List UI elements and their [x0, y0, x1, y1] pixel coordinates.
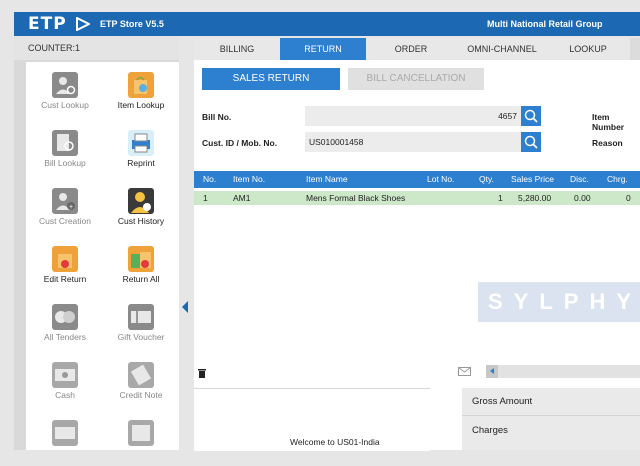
- bill-lookup-button[interactable]: Bill Lookup: [30, 120, 100, 176]
- bag-search-icon: [128, 72, 154, 98]
- col-no: No.: [203, 174, 217, 184]
- col-item-name: Item Name: [306, 174, 348, 184]
- tab-more[interactable]: [630, 38, 640, 60]
- charges-label: Charges: [472, 425, 508, 436]
- search-icon: [524, 109, 538, 123]
- bill-lookup-label: Bill Lookup: [44, 158, 86, 168]
- col-qty: Qty.: [479, 174, 494, 184]
- edit-return-button[interactable]: Edit Return: [30, 236, 100, 292]
- items-grid-header: No. Item No. Item Name Lot No. Qty. Sale…: [194, 171, 640, 188]
- collapse-panel-arrow-icon[interactable]: [182, 301, 188, 313]
- all-tenders-label: All Tenders: [44, 332, 86, 342]
- col-chrg: Chrg.: [607, 174, 628, 184]
- item-lookup-button[interactable]: Item Lookup: [106, 62, 176, 118]
- credit-note-icon: [128, 362, 154, 388]
- item-number-label: Item Number: [592, 112, 625, 132]
- scroll-left-icon[interactable]: [486, 365, 498, 378]
- cust-creation-label: Cust Creation: [39, 216, 91, 226]
- return-all-icon: [128, 246, 154, 272]
- cell-no: 1: [203, 193, 208, 203]
- bill-search-icon: [52, 130, 78, 156]
- reprint-button[interactable]: Reprint: [106, 120, 176, 176]
- gift-voucher-label: Gift Voucher: [117, 332, 165, 342]
- gift-voucher-icon: [128, 304, 154, 330]
- cust-id-input[interactable]: US010001458: [305, 132, 521, 152]
- credit-note-button[interactable]: Credit Note: [106, 352, 176, 408]
- welcome-message: Welcome to US01-India: [290, 437, 380, 447]
- title-bar: ETP ETP Store V5.5 Multi National Retail…: [14, 12, 640, 36]
- card-reader-button[interactable]: [106, 410, 176, 466]
- trash-icon[interactable]: [197, 367, 207, 381]
- add-customer-icon: +: [52, 188, 78, 214]
- main-tab-bar: BILLING RETURN ORDER OMNI-CHANNEL LOOKUP: [194, 38, 640, 60]
- svg-text:+: +: [69, 204, 73, 211]
- printer-icon: [128, 130, 154, 156]
- watermark-banner: SYLPHY: [478, 282, 640, 322]
- cell-chrg: 0: [626, 193, 631, 203]
- cell-item-name: Mens Formal Black Shoes: [306, 193, 406, 203]
- return-content: SALES RETURN BILL CANCELLATION Bill No. …: [194, 60, 640, 451]
- cash-label: Cash: [55, 390, 75, 400]
- col-lot-no: Lot No.: [427, 174, 455, 184]
- welcome-area: Welcome to US01-India: [194, 388, 430, 451]
- bill-no-label: Bill No.: [202, 112, 232, 122]
- gift-voucher-button[interactable]: Gift Voucher: [106, 294, 176, 350]
- table-row[interactable]: 1 AM1 Mens Formal Black Shoes 1 5,280.00…: [194, 191, 640, 205]
- tab-order[interactable]: ORDER: [366, 38, 456, 60]
- totals-panel: Gross Amount Charges: [462, 388, 640, 450]
- cash-button[interactable]: Cash: [30, 352, 100, 408]
- cust-lookup-label: Cust Lookup: [41, 100, 89, 110]
- card-button[interactable]: [30, 410, 100, 466]
- return-all-label: Return All: [122, 274, 160, 284]
- cust-id-label: Cust. ID / Mob. No.: [202, 138, 278, 148]
- cell-sales-price: 5,280.00: [518, 193, 552, 203]
- function-button-grid: Cust Lookup Item Lookup Bill Lookup Repr…: [26, 62, 179, 450]
- tab-omni-channel[interactable]: OMNI-CHANNEL: [456, 38, 548, 60]
- cell-item-no: AM1: [233, 193, 251, 203]
- cust-lookup-button[interactable]: Cust Lookup: [30, 62, 100, 118]
- return-all-button[interactable]: Return All: [106, 236, 176, 292]
- search-icon: [524, 135, 538, 149]
- coins-icon: [52, 304, 78, 330]
- subtab-sales-return[interactable]: SALES RETURN: [202, 68, 340, 90]
- app-logo: ETP: [28, 14, 91, 34]
- customer-history-icon: [128, 188, 154, 214]
- tab-lookup[interactable]: LOOKUP: [548, 38, 628, 60]
- customer-search-icon: [52, 72, 78, 98]
- all-tenders-button[interactable]: All Tenders: [30, 294, 100, 350]
- counter-label: COUNTER:1: [14, 36, 179, 60]
- col-sales-price: Sales Price: [511, 174, 554, 184]
- cust-history-button[interactable]: Cust History: [106, 178, 176, 234]
- cell-qty: 1: [498, 193, 503, 203]
- bill-search-button[interactable]: [521, 106, 541, 126]
- tab-return[interactable]: RETURN: [280, 38, 366, 60]
- card-icon: [52, 420, 78, 446]
- item-lookup-label: Item Lookup: [117, 100, 165, 110]
- tab-billing[interactable]: BILLING: [194, 38, 280, 60]
- cust-history-label: Cust History: [117, 216, 165, 226]
- mail-icon[interactable]: [458, 367, 472, 379]
- subtab-bill-cancellation[interactable]: BILL CANCELLATION: [348, 68, 484, 90]
- card-reader-icon: [128, 420, 154, 446]
- app-version: ETP Store V5.5: [100, 19, 164, 29]
- cash-icon: [52, 362, 78, 388]
- bill-no-input[interactable]: 4657: [305, 106, 521, 126]
- reprint-label: Reprint: [127, 158, 155, 168]
- horizontal-scrollbar[interactable]: [486, 365, 640, 378]
- company-name: Multi National Retail Group: [487, 19, 603, 29]
- col-disc: Disc.: [570, 174, 589, 184]
- edit-return-label: Edit Return: [43, 274, 87, 284]
- col-item-no: Item No.: [233, 174, 266, 184]
- gross-amount-label: Gross Amount: [462, 388, 640, 416]
- credit-note-label: Credit Note: [119, 390, 163, 400]
- reason-label: Reason: [592, 138, 623, 148]
- return-bag-icon: [52, 246, 78, 272]
- cust-search-button[interactable]: [521, 132, 541, 152]
- cust-creation-button[interactable]: + Cust Creation: [30, 178, 100, 234]
- cell-disc: 0.00: [574, 193, 591, 203]
- logo-triangle-icon: [75, 16, 91, 32]
- left-panel: COUNTER:1 Cust Lookup Item Lookup Bill L…: [14, 36, 179, 450]
